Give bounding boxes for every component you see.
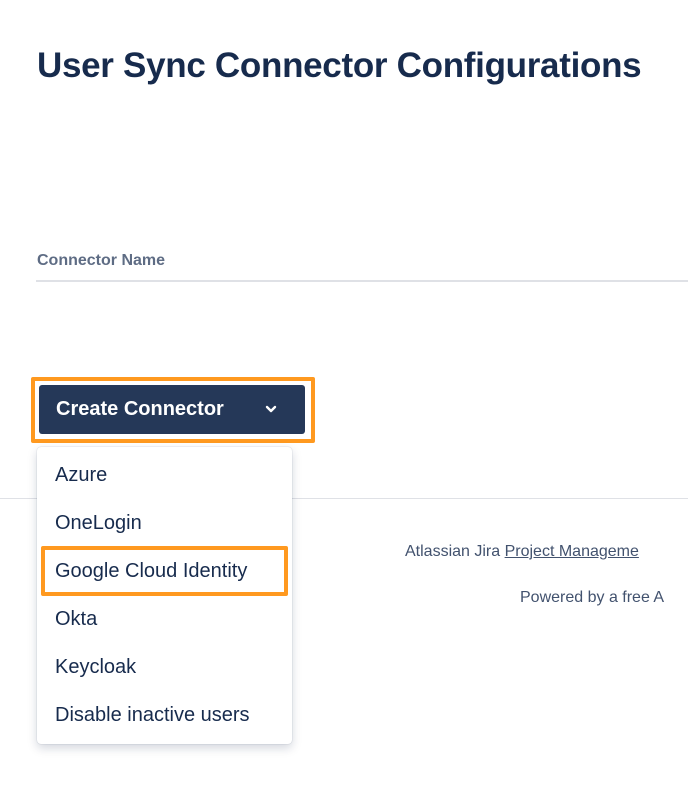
footer-credit-prefix: Atlassian Jira bbox=[405, 543, 505, 560]
create-connector-label: Create Connector bbox=[56, 398, 224, 420]
menu-item-azure[interactable]: Azure bbox=[55, 464, 107, 487]
page-title: User Sync Connector Configurations bbox=[37, 46, 642, 85]
footer-credit: Atlassian Jira Project Manageme bbox=[405, 543, 639, 561]
create-connector-dropdown-menu: Azure OneLogin Google Cloud Identity Okt… bbox=[37, 447, 292, 744]
connector-name-column-header[interactable]: Connector Name bbox=[37, 252, 165, 270]
menu-item-onelogin[interactable]: OneLogin bbox=[55, 512, 142, 535]
menu-item-okta[interactable]: Okta bbox=[55, 608, 97, 631]
menu-item-google-cloud-identity[interactable]: Google Cloud Identity bbox=[55, 560, 247, 583]
create-connector-button[interactable]: Create Connector bbox=[39, 385, 305, 434]
chevron-down-icon bbox=[265, 405, 277, 413]
footer-powered-by: Powered by a free A bbox=[520, 589, 665, 606]
menu-item-keycloak[interactable]: Keycloak bbox=[55, 656, 136, 679]
table-header-divider bbox=[36, 280, 688, 282]
project-management-link[interactable]: Project Manageme bbox=[505, 543, 639, 560]
menu-item-disable-inactive-users[interactable]: Disable inactive users bbox=[55, 704, 250, 727]
